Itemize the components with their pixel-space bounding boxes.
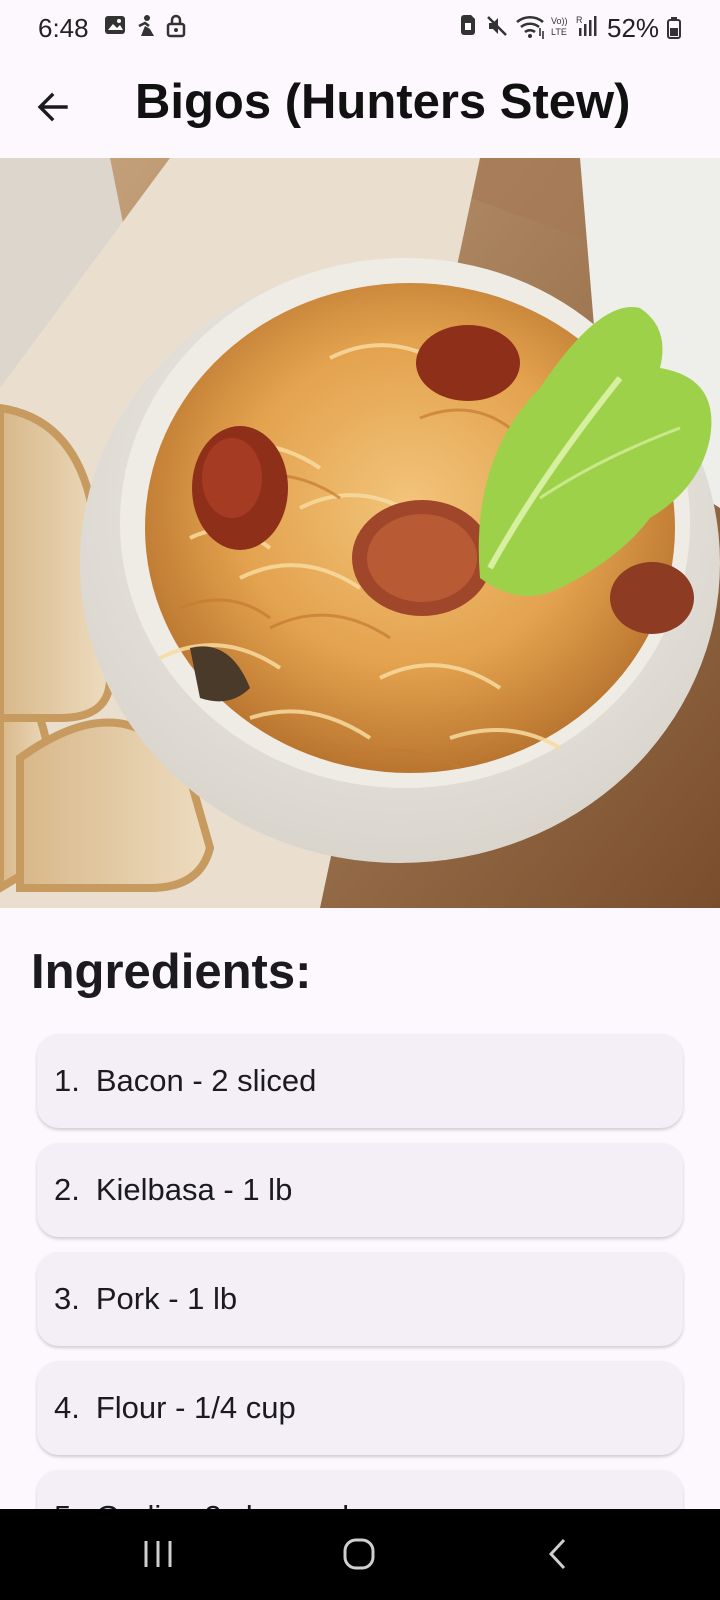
bigos-dish-photo [0,158,720,908]
status-time: 6:48 [38,13,89,43]
page-title: Bigos (Hunters Stew) [135,75,631,129]
signal-icon: R [576,15,597,36]
system-nav-bar [0,1509,720,1600]
item-text: Bacon - 2 sliced [95,1063,317,1098]
activity-icon [138,15,154,36]
volte-icon: Vo)) LTE [551,16,568,37]
list-item[interactable]: 4. Flour - 1/4 cup [37,1361,683,1455]
svg-text:Vo)): Vo)) [551,16,568,26]
home-icon[interactable] [341,1537,377,1571]
recipe-image [0,158,720,908]
item-number: 3. [54,1281,80,1316]
item-number: 2. [54,1172,80,1207]
svg-text:R: R [576,15,583,25]
list-item[interactable]: 1. Bacon - 2 sliced [37,1034,683,1128]
ingredients-list: 1. Bacon - 2 sliced 2. Kielbasa - 1 lb 3… [37,1034,683,1579]
list-item[interactable]: 3. Pork - 1 lb [37,1252,683,1346]
ingredients-heading: Ingredients: [31,945,312,999]
battery-icon [667,17,681,39]
lock-icon [166,14,186,38]
wifi-icon [516,15,544,39]
svg-text:LTE: LTE [551,27,567,37]
mute-icon [487,16,507,36]
arrow-back-icon [37,92,68,122]
item-text: Flour - 1/4 cup [95,1390,296,1425]
recent-apps-icon[interactable] [140,1537,176,1571]
item-text: Pork - 1 lb [95,1281,238,1316]
list-item[interactable]: 2. Kielbasa - 1 lb [37,1143,683,1237]
sim-icon [461,15,475,35]
image-icon [105,16,125,34]
status-bar: 6:48 Vo)) LTE R 52% [0,0,720,56]
app-bar: Bigos (Hunters Stew) [0,56,720,158]
back-nav-icon[interactable] [546,1537,570,1571]
back-button[interactable] [28,82,78,132]
item-number: 4. [54,1390,80,1425]
item-text: Kielbasa - 1 lb [95,1172,293,1207]
item-number: 1. [54,1063,80,1098]
battery-percent: 52% [607,13,660,43]
